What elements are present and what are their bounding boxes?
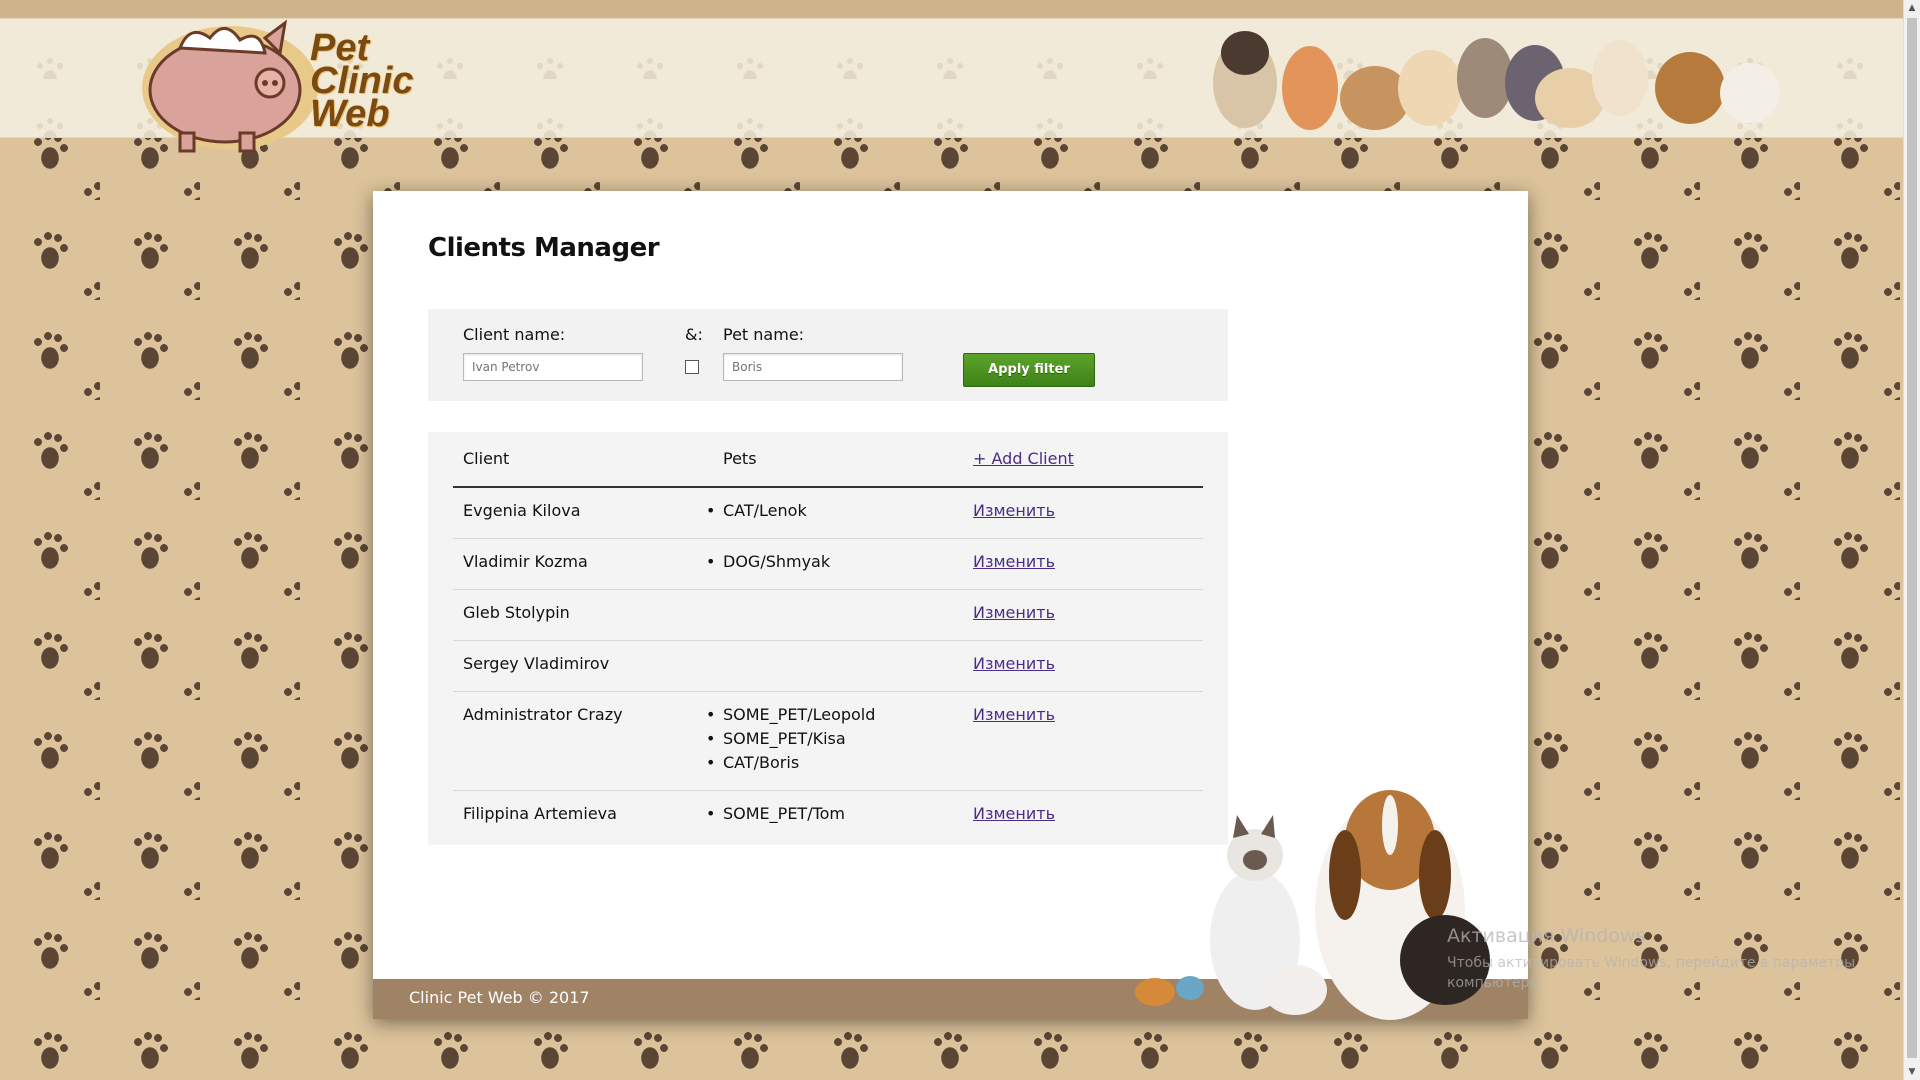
edit-link[interactable]: Изменить bbox=[973, 552, 1055, 571]
pets-list: SOME_PET/Tom bbox=[706, 802, 845, 826]
page-title: Clients Manager bbox=[428, 233, 660, 263]
column-header-client: Client bbox=[463, 449, 510, 468]
and-checkbox[interactable] bbox=[685, 360, 699, 374]
apply-filter-button[interactable]: Apply filter bbox=[963, 353, 1095, 387]
pets-group-illustration bbox=[1213, 31, 1780, 130]
pet-name-input[interactable] bbox=[723, 353, 903, 381]
pets-list: DOG/Shmyak bbox=[706, 550, 830, 574]
client-name: Filippina Artemieva bbox=[463, 804, 617, 823]
pet-item: CAT/Lenok bbox=[706, 499, 807, 523]
windows-activation-title: Активация Windows bbox=[1447, 925, 1646, 947]
table-row: Filippina Artemieva SOME_PET/Tom Изменит… bbox=[453, 791, 1203, 841]
clients-table: Client Pets + Add Client Evgenia Kilova … bbox=[428, 432, 1228, 845]
client-name: Gleb Stolypin bbox=[463, 603, 570, 622]
client-name: Administrator Crazy bbox=[463, 705, 623, 724]
scroll-down-icon[interactable]: ▼ bbox=[1904, 1064, 1920, 1080]
column-header-pets: Pets bbox=[723, 449, 757, 468]
edit-link[interactable]: Изменить bbox=[973, 654, 1055, 673]
pets-list: SOME_PET/Leopold SOME_PET/Kisa CAT/Boris bbox=[706, 703, 875, 775]
edit-link[interactable]: Изменить bbox=[973, 705, 1055, 724]
vertical-scrollbar[interactable]: ▲ ▼ bbox=[1903, 0, 1920, 1080]
pet-item: SOME_PET/Leopold bbox=[706, 703, 875, 727]
table-row: Vladimir Kozma DOG/Shmyak Изменить bbox=[453, 539, 1203, 590]
scrollbar-thumb[interactable] bbox=[1907, 18, 1917, 1058]
table-row: Gleb Stolypin Изменить bbox=[453, 590, 1203, 641]
edit-link[interactable]: Изменить bbox=[973, 603, 1055, 622]
scroll-up-icon[interactable]: ▲ bbox=[1904, 0, 1920, 16]
table-row: Administrator Crazy SOME_PET/Leopold SOM… bbox=[453, 692, 1203, 791]
add-client-link[interactable]: + Add Client bbox=[973, 449, 1074, 468]
client-name: Vladimir Kozma bbox=[463, 552, 588, 571]
pet-item: SOME_PET/Kisa bbox=[706, 727, 875, 751]
table-row: Evgenia Kilova CAT/Lenok Изменить bbox=[453, 488, 1203, 539]
pet-name-label: Pet name: bbox=[723, 325, 805, 344]
and-label: &: bbox=[685, 325, 703, 344]
pet-item: DOG/Shmyak bbox=[706, 550, 830, 574]
pets-list: CAT/Lenok bbox=[706, 499, 807, 523]
pet-item: CAT/Boris bbox=[706, 751, 875, 775]
client-name: Sergey Vladimirov bbox=[463, 654, 610, 673]
client-name: Evgenia Kilova bbox=[463, 501, 581, 520]
pet-item: SOME_PET/Tom bbox=[706, 802, 845, 826]
edit-link[interactable]: Изменить bbox=[973, 804, 1055, 823]
table-row: Sergey Vladimirov Изменить bbox=[453, 641, 1203, 692]
client-name-input[interactable] bbox=[463, 353, 643, 381]
windows-activation-subtitle: Чтобы активировать Windows, перейдите в … bbox=[1447, 955, 1856, 991]
edit-link[interactable]: Изменить bbox=[973, 501, 1055, 520]
filter-panel: Client name: &: Pet name: Apply filter bbox=[428, 309, 1228, 401]
footer-copyright: Clinic Pet Web © 2017 bbox=[409, 988, 590, 1007]
client-name-label: Client name: bbox=[463, 325, 566, 344]
logo-text: Pet Clinic Web bbox=[310, 27, 414, 135]
